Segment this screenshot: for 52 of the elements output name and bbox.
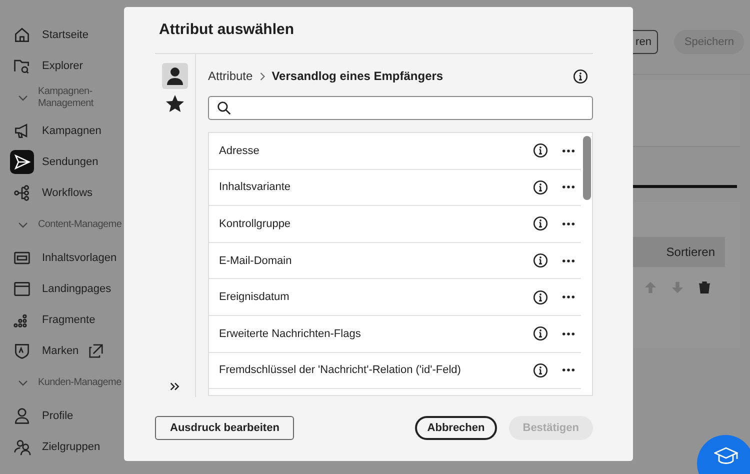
chevron-icon xyxy=(258,72,266,80)
attribute-item[interactable]: E-Mail-Domain xyxy=(219,254,533,267)
more-icon[interactable] xyxy=(562,332,575,336)
info-icon[interactable] xyxy=(533,143,548,158)
more-icon[interactable] xyxy=(562,368,575,372)
nav-item[interactable]: Inhaltsvorlagen xyxy=(42,252,117,264)
section-heading: Kampagnen-Management xyxy=(38,86,95,110)
nav-item[interactable]: Startseite xyxy=(42,28,88,40)
nav-item[interactable]: Kampagnen xyxy=(42,124,102,136)
section-heading: Content-Manageme xyxy=(38,219,122,231)
attribute-item[interactable]: Adresse xyxy=(219,144,533,157)
dialog-title: Attribut auswählen xyxy=(155,7,593,54)
attribute-item[interactable]: Erweiterte Nachrichten-Flags xyxy=(219,328,533,340)
info-icon[interactable] xyxy=(573,68,588,84)
column-header[interactable]: Sortieren xyxy=(666,245,715,259)
info-icon[interactable] xyxy=(533,326,548,342)
trash-icon[interactable] xyxy=(698,281,711,294)
nav-item[interactable]: Marken xyxy=(42,344,79,356)
nav-item[interactable]: Landingpages xyxy=(42,282,112,294)
dialog-button[interactable]: Ausdruck bearbeiten xyxy=(155,416,294,440)
external-link-icon[interactable] xyxy=(88,344,103,358)
expand-icon[interactable] xyxy=(170,382,180,391)
breadcrumb-link[interactable]: Attribute xyxy=(208,69,253,83)
nav-item[interactable]: Zielgruppen xyxy=(42,440,100,452)
search-field[interactable] xyxy=(208,96,593,120)
more-icon[interactable] xyxy=(562,185,575,190)
attribute-item[interactable]: Fremdschlüssel der 'Nachricht'-Relation ('id'-Feld) xyxy=(219,364,533,376)
more-icon[interactable] xyxy=(562,148,575,153)
nav-item[interactable]: Fragmente xyxy=(42,314,96,326)
nav-item[interactable]: Sendungen xyxy=(42,156,98,168)
attribute-item[interactable]: Ereignisdatum xyxy=(219,291,533,304)
section-heading: Kunden-Manageme xyxy=(38,377,122,389)
attribute-item[interactable]: Kontrollgruppe xyxy=(219,218,533,230)
more-icon[interactable] xyxy=(562,258,575,263)
attribute-item[interactable]: Inhaltsvariante xyxy=(219,181,533,194)
search-icon xyxy=(217,101,231,115)
info-icon[interactable] xyxy=(533,180,548,195)
breadcrumb-current: Versandlog eines Empfängers xyxy=(272,69,444,83)
info-icon[interactable] xyxy=(533,253,548,268)
more-icon[interactable] xyxy=(562,222,575,226)
info-icon[interactable] xyxy=(533,362,548,378)
nav-item[interactable]: Explorer xyxy=(42,60,83,72)
person-tab[interactable] xyxy=(162,63,188,89)
info-icon[interactable] xyxy=(533,290,548,305)
scrollbar-thumb[interactable] xyxy=(582,136,590,200)
graduation-cap-icon xyxy=(714,446,738,466)
info-icon[interactable] xyxy=(533,216,548,232)
nav-item[interactable]: Profile xyxy=(42,410,74,422)
more-icon[interactable] xyxy=(562,295,575,300)
dialog-button[interactable]: Abbrechen xyxy=(415,416,497,440)
send-icon[interactable] xyxy=(10,150,34,174)
nav-item[interactable]: Workflows xyxy=(42,186,93,198)
